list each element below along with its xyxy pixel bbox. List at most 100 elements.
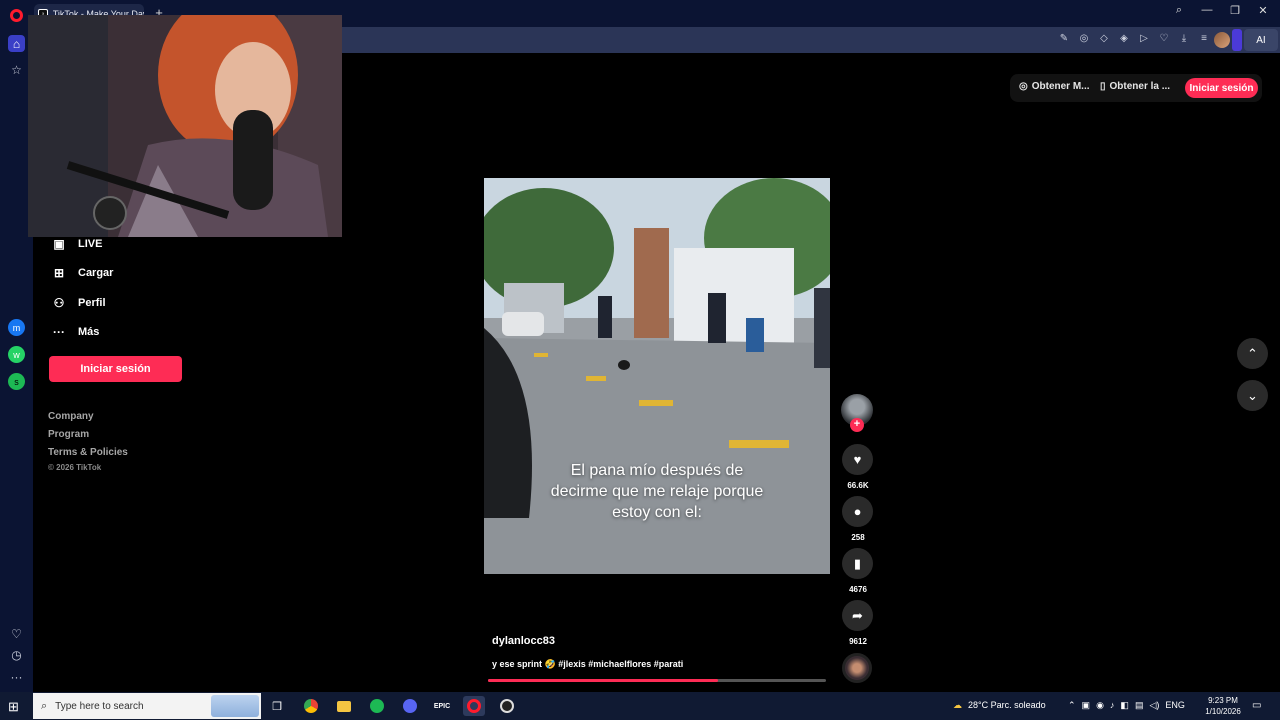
window-controls: ⌕ — ❐ ✕ xyxy=(1172,4,1270,17)
sidebar-toggle[interactable] xyxy=(1232,29,1242,51)
history-icon[interactable]: ◷ xyxy=(8,646,25,663)
nav-profile[interactable]: ⚇ Perfil xyxy=(52,296,106,310)
restore-button[interactable]: ❐ xyxy=(1228,4,1242,17)
follow-button[interactable]: + xyxy=(850,418,864,432)
task-view-icon[interactable]: ❒ xyxy=(266,696,288,716)
video-player[interactable]: El pana mío después de decirme que me re… xyxy=(484,178,830,574)
snapshot-icon[interactable]: ✎ xyxy=(1058,33,1070,44)
whatsapp-icon[interactable]: w xyxy=(8,346,25,363)
search-highlight-image xyxy=(211,695,259,717)
chrome-icon[interactable] xyxy=(300,696,322,716)
caption-line: estoy con el: xyxy=(612,504,702,521)
network-icon[interactable]: ▤ xyxy=(1135,700,1144,711)
shield-icon[interactable]: ◇ xyxy=(1098,33,1110,44)
tab-search-icon[interactable]: ⌕ xyxy=(1172,4,1186,17)
nav-upload-label: Cargar xyxy=(78,267,114,279)
vpn-icon[interactable]: ◈ xyxy=(1118,33,1130,44)
nav-upload[interactable]: ⊞ Cargar xyxy=(52,266,114,280)
get-app-button[interactable]: ▯ Obtener la ... xyxy=(1100,81,1170,92)
comment-count: 258 xyxy=(851,533,865,542)
nav-live[interactable]: ▣ LIVE xyxy=(52,237,102,251)
previous-video-button[interactable]: ⌃ xyxy=(1237,338,1268,369)
caption-line: El pana mío después de xyxy=(570,462,744,479)
taskbar-clock[interactable]: 9:23 PM 1/10/2026 xyxy=(1200,695,1246,717)
like-count: 66.6K xyxy=(847,481,869,490)
footer-link-terms[interactable]: Terms & Policies xyxy=(48,447,128,458)
player-icon[interactable]: ▷ xyxy=(1138,33,1150,44)
upload-icon: ⊞ xyxy=(53,266,65,280)
top-login-button[interactable]: Iniciar sesión xyxy=(1185,78,1258,98)
opera-taskbar-icon[interactable] xyxy=(463,696,485,716)
taskbar-search[interactable]: ⌕ Type here to search xyxy=(33,693,261,719)
notification-icon[interactable]: ▭ xyxy=(1252,700,1261,711)
more-dots-icon: ··· xyxy=(53,325,65,339)
download-icon[interactable]: ⤓ xyxy=(1178,33,1190,44)
heart-icon: ♥ xyxy=(853,452,862,467)
weather-widget[interactable]: ☁ 28°C Parc. soleado xyxy=(953,700,1046,711)
get-coins-label: Obtener M... xyxy=(1031,81,1090,92)
ai-button[interactable]: AI xyxy=(1244,29,1278,51)
star-icon[interactable]: ☆ xyxy=(8,61,25,78)
screen: ♪ TikTok - Make Your Day + ⌕ — ❐ ✕ ✎ ◎ ◇… xyxy=(0,0,1280,720)
footer-link-program[interactable]: Program xyxy=(48,429,89,440)
get-app-label: Obtener la ... xyxy=(1109,81,1171,92)
get-coins-button[interactable]: ◎ Obtener M... xyxy=(1019,81,1090,92)
minimize-button[interactable]: — xyxy=(1200,4,1214,17)
volume-icon[interactable]: ◁) xyxy=(1149,700,1159,711)
windows-taskbar: ⊞ ⌕ Type here to search ❒ EPIC ☁ 28°C Pa… xyxy=(0,692,1280,720)
spotify-taskbar-icon[interactable] xyxy=(366,696,388,716)
webcam-overlay xyxy=(28,15,342,237)
nav-more-label: Más xyxy=(78,326,100,338)
tray-app-icon[interactable]: ◧ xyxy=(1120,700,1129,711)
weather-text: 28°C Parc. soleado xyxy=(968,700,1046,710)
video-progress-bar[interactable] xyxy=(488,679,826,682)
bookmark-icon: ▮ xyxy=(853,555,862,571)
phone-icon: ▯ xyxy=(1100,81,1106,92)
menu-icon[interactable]: ≡ xyxy=(1198,33,1210,44)
video-caption: El pana mío después de decirme que me re… xyxy=(484,460,830,523)
heart-icon[interactable]: ♡ xyxy=(1158,33,1170,44)
discord-icon[interactable] xyxy=(399,696,421,716)
messenger-icon[interactable]: m xyxy=(8,319,25,336)
music-disc-icon[interactable] xyxy=(842,653,872,683)
share-icon: ➦ xyxy=(852,607,863,623)
microphone-icon[interactable]: ♪ xyxy=(1110,700,1115,711)
spotify-icon[interactable]: s xyxy=(8,373,25,390)
home-icon[interactable]: ⌂ xyxy=(8,35,25,52)
more-icon[interactable]: ··· xyxy=(8,668,25,685)
language-indicator[interactable]: ENG xyxy=(1165,700,1185,711)
like-button[interactable]: ♥ xyxy=(842,444,873,475)
favorites-icon[interactable]: ♡ xyxy=(8,625,25,642)
windows-start-icon[interactable]: ⊞ xyxy=(8,699,19,715)
epic-games-icon[interactable]: EPIC xyxy=(431,696,453,716)
next-video-button[interactable]: ⌄ xyxy=(1237,380,1268,411)
file-explorer-icon[interactable] xyxy=(333,696,355,716)
nav-more[interactable]: ··· Más xyxy=(52,325,99,339)
live-icon: ▣ xyxy=(53,237,65,251)
save-count: 4676 xyxy=(849,585,867,594)
comment-button[interactable]: ● xyxy=(842,496,873,527)
comment-icon: ● xyxy=(853,504,862,519)
profile-avatar[interactable] xyxy=(1214,32,1230,48)
video-description: y ese sprint 🤣 #jlexis #michaelflores #p… xyxy=(492,659,684,669)
tray-app-icon[interactable]: ◉ xyxy=(1096,700,1104,711)
clock-date: 1/10/2026 xyxy=(1205,707,1241,716)
close-button[interactable]: ✕ xyxy=(1256,4,1270,17)
footer-link-company[interactable]: Company xyxy=(48,411,94,422)
save-button[interactable]: ▮ xyxy=(842,548,873,579)
sun-cloud-icon: ☁ xyxy=(953,700,962,710)
search-icon: ⌕ xyxy=(41,699,48,712)
sidebar-login-button[interactable]: Iniciar sesión xyxy=(49,356,182,382)
chevron-up-icon: ⌃ xyxy=(1247,345,1258,361)
chevron-down-icon: ⌄ xyxy=(1247,387,1258,403)
coin-icon: ◎ xyxy=(1019,81,1028,92)
camera-icon[interactable]: ◎ xyxy=(1078,33,1090,44)
webcam-image xyxy=(28,15,342,237)
tray-expand-icon[interactable]: ⌃ xyxy=(1068,700,1076,711)
share-button[interactable]: ➦ xyxy=(842,600,873,631)
opera-logo-icon[interactable] xyxy=(10,9,23,22)
video-author[interactable]: dylanlocc83 xyxy=(492,635,555,647)
tray-app-icon[interactable]: ▣ xyxy=(1082,700,1091,711)
share-count: 9612 xyxy=(849,637,867,646)
obs-icon[interactable] xyxy=(496,696,518,716)
